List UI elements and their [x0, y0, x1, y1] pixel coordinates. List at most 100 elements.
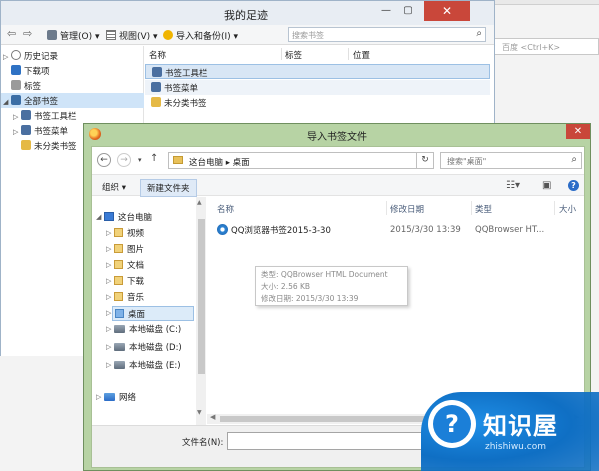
expand-arrow-icon[interactable]: ▷ [13, 128, 21, 136]
expand-arrow-icon[interactable]: ▷ [106, 245, 111, 253]
tree-item-bookmarks-toolbar[interactable]: ▷ 书签工具栏 [1, 108, 144, 123]
maximize-button[interactable]: ▢ [401, 5, 415, 16]
browser-search-box[interactable]: ⌕ 百度 <Ctrl+K> [487, 38, 599, 55]
view-options-icon[interactable]: ☷▾ [506, 180, 520, 191]
expand-arrow-icon[interactable]: ▷ [106, 277, 111, 285]
scroll-up-arrow-icon[interactable]: ▲ [197, 199, 202, 206]
library-toolbar: ⇦ ⇨ 管理(O) ▾ 视图(V) ▾ 导入和备份(I) ▾ 搜索书签 ⌕ [1, 25, 494, 45]
dialog-search-input[interactable]: 搜索"桌面" ⌕ [440, 152, 582, 169]
tree-item-downloads[interactable]: 下载项 [1, 63, 144, 78]
bookmark-label: 书签菜单 [164, 84, 199, 94]
expand-arrow-icon[interactable]: ▷ [106, 361, 111, 369]
expand-arrow-icon[interactable]: ▷ [106, 229, 111, 237]
folder-icon [21, 140, 31, 150]
nav-item-downloads[interactable]: 下载 [114, 275, 144, 290]
dialog-titlebar: 导入书签文件 ✕ [84, 124, 590, 144]
nav-item-this-pc[interactable]: 这台电脑 [104, 211, 152, 226]
tree-item-label: 全部书签 [24, 97, 59, 107]
refresh-icon[interactable]: ↻ [416, 152, 434, 169]
column-header-location[interactable]: 位置 [353, 49, 370, 61]
bookmark-label: 未分类书签 [164, 99, 207, 109]
watermark-url: zhishiwu.com [485, 442, 546, 452]
dialog-close-button[interactable]: ✕ [566, 124, 590, 139]
nav-item-drive-c[interactable]: 本地磁盘 (C:) [114, 323, 181, 338]
file-row[interactable]: QQ浏览器书签2015-3-30 2015/3/30 13:39 QQBrows… [217, 224, 584, 240]
tree-item-history[interactable]: ▷ 历史记录 [1, 48, 144, 63]
back-arrow-icon[interactable]: ← [97, 153, 111, 167]
column-header-date[interactable]: 修改日期 [390, 203, 424, 215]
nav-item-pictures[interactable]: 图片 [114, 243, 144, 258]
library-close-button[interactable]: ✕ [424, 1, 470, 21]
recent-dropdown-icon[interactable]: ▾ [138, 156, 142, 164]
scroll-down-arrow-icon[interactable]: ▼ [197, 409, 202, 416]
minimize-button[interactable]: — [379, 5, 393, 16]
forward-arrow-icon[interactable]: ⇨ [23, 27, 32, 40]
expand-arrow-icon[interactable]: ▷ [106, 343, 111, 351]
expand-arrow-icon[interactable]: ▷ [106, 261, 111, 269]
column-header-type[interactable]: 类型 [475, 203, 492, 215]
nav-item-videos[interactable]: 视频 [114, 227, 144, 242]
view-menu[interactable]: 视图(V) ▾ [106, 29, 158, 42]
library-search-input[interactable]: 搜索书签 ⌕ [288, 27, 486, 42]
bookmark-row[interactable]: 未分类书签 [145, 95, 490, 110]
nav-item-label: 下载 [127, 277, 145, 287]
folder-icon [114, 276, 123, 285]
expand-arrow-icon[interactable]: ▷ [106, 293, 111, 301]
tree-item-label: 书签菜单 [34, 127, 69, 137]
qq-browser-file-icon [217, 224, 228, 235]
scroll-left-arrow-icon[interactable]: ◀ [210, 413, 215, 421]
forward-arrow-icon[interactable]: → [117, 153, 131, 167]
nav-item-desktop[interactable]: 桌面 [112, 306, 194, 321]
gear-icon [47, 30, 57, 40]
bookmark-row[interactable]: 书签菜单 [145, 80, 490, 95]
star-icon [163, 30, 173, 40]
expand-arrow-icon[interactable]: ▷ [3, 53, 11, 61]
nav-item-network[interactable]: 网络 [104, 391, 136, 401]
import-backup-menu[interactable]: 导入和备份(I) ▾ [163, 29, 238, 42]
filename-label: 文件名(N): [182, 438, 224, 448]
search-icon: ⌕ [571, 154, 577, 165]
tree-item-label: 历史记录 [24, 52, 59, 62]
tree-item-label: 未分类书签 [34, 142, 77, 152]
expand-arrow-icon[interactable]: ▷ [96, 393, 101, 401]
tree-item-label: 下载项 [24, 67, 50, 77]
nav-item-label: 文档 [127, 261, 145, 271]
tree-item-all-bookmarks[interactable]: ◢ 全部书签 [1, 93, 144, 108]
column-separator [348, 48, 349, 60]
nav-item-documents[interactable]: 文档 [114, 259, 144, 274]
address-bar[interactable]: 这台电脑 ▸ 桌面 [168, 152, 427, 169]
file-type: QQBrowser HT... [475, 225, 545, 235]
nav-item-music[interactable]: 音乐 [114, 291, 144, 306]
collapse-arrow-icon[interactable]: ◢ [3, 98, 11, 106]
collapse-arrow-icon[interactable]: ◢ [96, 213, 101, 221]
expand-arrow-icon[interactable]: ▷ [13, 113, 21, 121]
nav-item-drive-d[interactable]: 本地磁盘 (D:) [114, 341, 182, 356]
scrollbar-thumb[interactable] [198, 219, 205, 374]
nav-item-drive-e[interactable]: 本地磁盘 (E:) [114, 359, 181, 374]
file-name: QQ浏览器书签2015-3-30 [231, 226, 331, 236]
search-icon: ⌕ [476, 28, 482, 39]
column-separator [471, 201, 472, 215]
menu-folder-icon [21, 125, 31, 135]
up-arrow-icon[interactable]: ↑ [150, 153, 158, 164]
column-separator [554, 201, 555, 215]
bookmark-row[interactable]: 书签工具栏 [145, 64, 490, 79]
back-arrow-icon[interactable]: ⇦ [7, 27, 16, 40]
column-header-name[interactable]: 名称 [149, 49, 166, 61]
expand-arrow-icon[interactable]: ▷ [106, 309, 111, 317]
manage-menu[interactable]: 管理(O) ▾ [47, 29, 100, 42]
new-folder-button[interactable]: 新建文件夹 [140, 179, 197, 197]
expand-arrow-icon[interactable]: ▷ [106, 325, 111, 333]
manage-menu-label: 管理(O) ▾ [60, 32, 100, 42]
tag-icon [11, 80, 21, 90]
column-separator [281, 48, 282, 60]
preview-pane-icon[interactable]: ▣ [542, 180, 551, 191]
organize-button[interactable]: 组织 ▾ [96, 179, 132, 195]
column-header-tags[interactable]: 标签 [285, 49, 302, 61]
help-icon[interactable]: ? [568, 180, 579, 191]
tree-item-tags[interactable]: 标签 [1, 78, 144, 93]
address-row: ← → ▾ ↑ 这台电脑 ▸ 桌面 ↻ 搜索"桌面" ⌕ [92, 147, 584, 174]
column-header-size[interactable]: 大小 [559, 203, 584, 215]
toolbar-folder-icon [152, 67, 162, 77]
column-header-name[interactable]: 名称 [217, 203, 234, 215]
